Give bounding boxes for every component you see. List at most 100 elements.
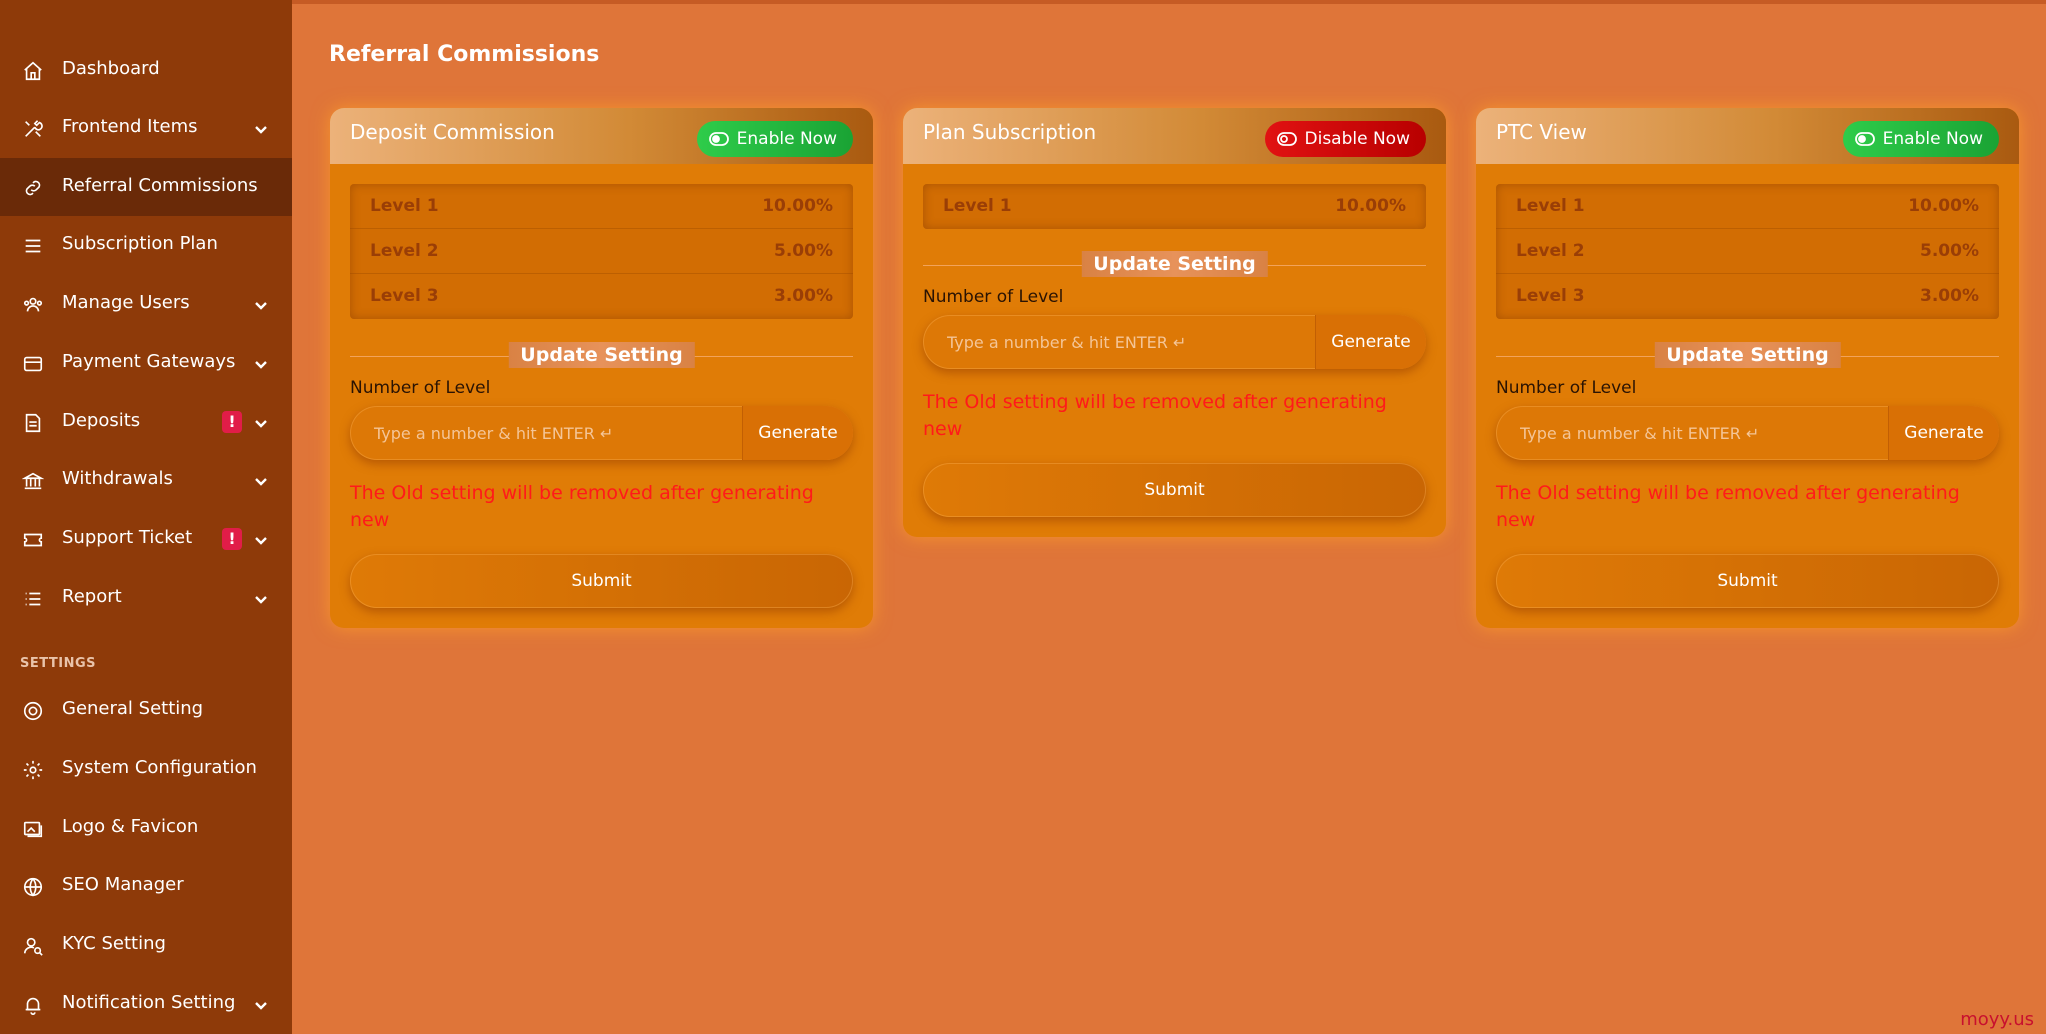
sidebar-item-label: Payment Gateways bbox=[62, 351, 236, 372]
sidebar-item-label: Manage Users bbox=[62, 292, 190, 313]
level-name: Level 3 bbox=[370, 286, 439, 306]
sidebar-item-system-configuration[interactable]: System Configuration bbox=[0, 740, 292, 798]
level-list: Level 1 10.00% bbox=[923, 184, 1426, 229]
credit-card-icon bbox=[22, 353, 44, 375]
sidebar-item-label: KYC Setting bbox=[62, 933, 166, 954]
level-name: Level 1 bbox=[370, 196, 439, 216]
card-header: PTC View Enable Now bbox=[1476, 108, 2019, 164]
sidebar-item-frontend-items[interactable]: Frontend Items bbox=[0, 99, 292, 157]
chevron-down-icon bbox=[253, 356, 269, 372]
sidebar: Dashboard Frontend Items Referral Commis… bbox=[0, 0, 292, 1034]
report-list-icon bbox=[22, 588, 44, 610]
update-setting-label: Update Setting bbox=[1081, 251, 1268, 277]
level-percent: 3.00% bbox=[774, 286, 833, 306]
level-name: Level 2 bbox=[370, 241, 439, 261]
sidebar-item-deposits[interactable]: Deposits ! bbox=[0, 393, 292, 451]
life-ring-icon bbox=[22, 700, 44, 722]
submit-button[interactable]: Submit bbox=[350, 554, 853, 608]
level-percent: 3.00% bbox=[1920, 286, 1979, 306]
sidebar-item-label: Logo & Favicon bbox=[62, 816, 199, 837]
deposit-commission-card: Deposit Commission Enable Now Level 1 10.… bbox=[330, 108, 873, 628]
chevron-down-icon bbox=[253, 121, 269, 137]
sidebar-item-subscription-plan[interactable]: Subscription Plan bbox=[0, 216, 292, 274]
sidebar-item-label: SEO Manager bbox=[62, 874, 184, 895]
sidebar-item-payment-gateways[interactable]: Payment Gateways bbox=[0, 334, 292, 392]
warning-text: The Old setting will be removed after ge… bbox=[923, 391, 1387, 440]
sidebar-item-kyc-setting[interactable]: KYC Setting bbox=[0, 916, 292, 974]
sidebar-item-referral-commissions[interactable]: Referral Commissions bbox=[0, 158, 292, 216]
level-generator: Generate bbox=[923, 315, 1426, 369]
sidebar-item-label: Support Ticket bbox=[62, 527, 193, 548]
sidebar-item-seo-manager[interactable]: SEO Manager bbox=[0, 857, 292, 915]
chevron-down-icon bbox=[253, 532, 269, 548]
toggle-on-icon bbox=[708, 132, 729, 146]
sidebar-item-label: Deposits bbox=[62, 410, 141, 431]
users-icon bbox=[22, 294, 44, 316]
number-of-level-input[interactable] bbox=[1496, 406, 1888, 460]
card-title: Plan Subscription bbox=[923, 120, 1097, 144]
chevron-down-icon bbox=[253, 997, 269, 1013]
bell-icon bbox=[22, 994, 44, 1016]
toggle-off-icon bbox=[1276, 132, 1297, 146]
enable-now-button[interactable]: Enable Now bbox=[1842, 121, 1999, 157]
enable-now-button[interactable]: Enable Now bbox=[696, 121, 853, 157]
toggle-on-icon bbox=[1854, 132, 1875, 146]
generate-button[interactable]: Generate bbox=[1888, 406, 1999, 460]
sidebar-item-report[interactable]: Report bbox=[0, 569, 292, 627]
update-setting-label: Update Setting bbox=[508, 342, 695, 368]
level-row: Level 1 10.00% bbox=[350, 184, 853, 229]
level-row: Level 1 10.00% bbox=[923, 184, 1426, 229]
card-title: Deposit Commission bbox=[350, 120, 555, 144]
toggle-label: Enable Now bbox=[736, 129, 837, 149]
sidebar-item-label: Subscription Plan bbox=[62, 233, 218, 254]
level-percent: 10.00% bbox=[1908, 196, 1979, 216]
page-title: Referral Commissions bbox=[329, 42, 600, 67]
tools-icon bbox=[22, 118, 44, 140]
disable-now-button[interactable]: Disable Now bbox=[1264, 121, 1426, 157]
sidebar-item-withdrawals[interactable]: Withdrawals bbox=[0, 451, 292, 509]
level-row: Level 3 3.00% bbox=[1496, 274, 1999, 319]
images-icon bbox=[22, 818, 44, 840]
list-icon bbox=[22, 235, 44, 257]
number-of-level-input[interactable] bbox=[923, 315, 1315, 369]
sidebar-item-label: Referral Commissions bbox=[62, 175, 258, 196]
number-of-level-input[interactable] bbox=[350, 406, 742, 460]
generate-button[interactable]: Generate bbox=[1315, 315, 1426, 369]
top-border bbox=[292, 0, 2046, 4]
level-row: Level 2 5.00% bbox=[350, 229, 853, 274]
sidebar-item-label: System Configuration bbox=[62, 757, 257, 778]
chevron-down-icon bbox=[253, 415, 269, 431]
sidebar-item-label: Notification Setting bbox=[62, 992, 236, 1013]
sidebar-item-general-setting[interactable]: General Setting bbox=[0, 681, 292, 739]
sidebar-item-manage-users[interactable]: Manage Users bbox=[0, 275, 292, 333]
receipt-icon bbox=[22, 412, 44, 434]
user-search-icon bbox=[22, 935, 44, 957]
toggle-label: Disable Now bbox=[1304, 129, 1411, 149]
chevron-down-icon bbox=[253, 297, 269, 313]
generate-button[interactable]: Generate bbox=[742, 406, 853, 460]
level-name: Level 1 bbox=[943, 196, 1012, 216]
sidebar-item-dashboard[interactable]: Dashboard bbox=[0, 41, 292, 99]
plan-subscription-card: Plan Subscription Disable Now Level 1 10.… bbox=[903, 108, 1446, 537]
sidebar-item-label: Dashboard bbox=[62, 58, 160, 79]
home-icon bbox=[22, 60, 44, 82]
sidebar-item-logo-favicon[interactable]: Logo & Favicon bbox=[0, 799, 292, 857]
number-of-level-label: Number of Level bbox=[1496, 378, 1637, 398]
sidebar-item-notification-setting[interactable]: Notification Setting bbox=[0, 975, 292, 1033]
level-list: Level 1 10.00% Level 2 5.00% Level 3 3.00% bbox=[350, 184, 853, 319]
gear-icon bbox=[22, 759, 44, 781]
sidebar-item-label: General Setting bbox=[62, 698, 204, 719]
level-name: Level 2 bbox=[1516, 241, 1585, 261]
submit-button[interactable]: Submit bbox=[923, 463, 1426, 517]
level-generator: Generate bbox=[1496, 406, 1999, 460]
submit-button[interactable]: Submit bbox=[1496, 554, 1999, 608]
update-setting-label: Update Setting bbox=[1654, 342, 1841, 368]
level-percent: 5.00% bbox=[1920, 241, 1979, 261]
ptc-view-card: PTC View Enable Now Level 1 10.00% Level … bbox=[1476, 108, 2019, 628]
ticket-icon bbox=[22, 529, 44, 551]
level-percent: 10.00% bbox=[762, 196, 833, 216]
alert-badge: ! bbox=[222, 411, 242, 433]
sidebar-item-support-ticket[interactable]: Support Ticket ! bbox=[0, 510, 292, 568]
card-header: Deposit Commission Enable Now bbox=[330, 108, 873, 164]
settings-section-label: SETTINGS bbox=[20, 656, 97, 671]
